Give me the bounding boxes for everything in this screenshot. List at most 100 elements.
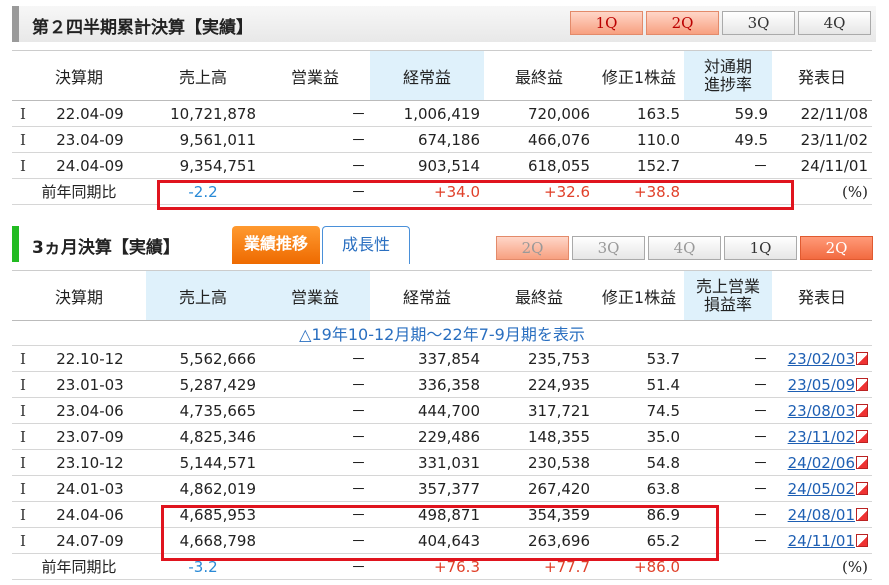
- date-link[interactable]: 23/02/03: [788, 350, 855, 368]
- row-eps: 110.0: [594, 126, 684, 153]
- cumulative-quarter-tabs: 1Q 2Q 3Q 4Q: [570, 11, 871, 35]
- date-link[interactable]: 24/05/02: [788, 480, 855, 498]
- date-link[interactable]: 24/02/06: [788, 454, 855, 472]
- table-row: I 24.01-03 4,862,019 － 357,377 267,420 6…: [12, 475, 872, 502]
- tab-2q[interactable]: 2Q: [646, 11, 719, 35]
- row-eps: 54.8: [594, 449, 684, 476]
- show-older-periods-link[interactable]: △19年10-12月期～22年7-9月期を表示: [12, 320, 872, 346]
- row-date-cell: 24/05/02: [772, 475, 872, 502]
- row-sales: 4,735,665: [146, 397, 260, 424]
- growth-button[interactable]: 成長性: [322, 226, 410, 264]
- row-period: 24.01-03: [34, 475, 146, 502]
- table-row: I 22.04-09 10,721,878 － 1,006,419 720,00…: [12, 100, 872, 127]
- yoy-eps: +86.0: [594, 553, 684, 580]
- date-link[interactable]: 24/08/01: [788, 506, 855, 524]
- pdf-icon[interactable]: [856, 507, 868, 521]
- tab-3q[interactable]: 3Q: [722, 11, 795, 35]
- table-row: I 24.07-09 4,668,798 － 404,643 263,696 6…: [12, 527, 872, 554]
- row-date-cell: 24/08/01: [772, 501, 872, 528]
- row-mark: I: [12, 100, 34, 127]
- row-op: －: [260, 100, 370, 127]
- row-net: 720,006: [484, 100, 594, 127]
- date-link[interactable]: 23/11/02: [788, 428, 855, 446]
- tab-1q[interactable]: 1Q: [724, 236, 797, 260]
- col-date: 発表日: [772, 50, 872, 101]
- pdf-icon[interactable]: [856, 377, 868, 391]
- row-sales: 5,562,666: [146, 345, 260, 372]
- table-row: I 23.10-12 5,144,571 － 331,031 230,538 5…: [12, 449, 872, 476]
- performance-trend-button[interactable]: 業績推移: [232, 226, 320, 264]
- pdf-icon[interactable]: [856, 351, 868, 365]
- tab-prev-4q[interactable]: 4Q: [648, 236, 721, 260]
- row-date-cell: 23/08/03: [772, 397, 872, 424]
- pdf-icon[interactable]: [856, 481, 868, 495]
- col-eps: 修正1株益: [594, 50, 684, 101]
- cumulative-table: 決算期 売上高 営業益 経常益 最終益 修正1株益 対通期 進捗率 発表日 I …: [12, 50, 872, 205]
- row-margin: －: [684, 423, 772, 450]
- header-row: 決算期 売上高 営業益 経常益 最終益 修正1株益 対通期 進捗率 発表日: [12, 50, 872, 101]
- row-op: －: [260, 371, 370, 398]
- row-margin: －: [684, 475, 772, 502]
- table-row: I 24.04-09 9,354,751 － 903,514 618,055 1…: [12, 152, 872, 179]
- table-row: I 23.01-03 5,287,429 － 336,358 224,935 5…: [12, 371, 872, 398]
- row-margin: －: [684, 501, 772, 528]
- row-period: 23.04-06: [34, 397, 146, 424]
- row-margin: －: [684, 371, 772, 398]
- yoy-row: 前年同期比 -2.2 － +34.0 +32.6 +38.8 (%): [12, 178, 872, 205]
- quarterly-quarter-tabs: 2Q 3Q 4Q 1Q 2Q: [496, 236, 873, 260]
- row-net: 618,055: [484, 152, 594, 179]
- row-net: 317,721: [484, 397, 594, 424]
- row-net: 267,420: [484, 475, 594, 502]
- tab-prev-3q[interactable]: 3Q: [572, 236, 645, 260]
- tab-2q[interactable]: 2Q: [800, 236, 873, 260]
- row-eps: 53.7: [594, 345, 684, 372]
- date-link[interactable]: 23/05/09: [788, 376, 855, 394]
- tab-4q[interactable]: 4Q: [798, 11, 871, 35]
- row-period: 24.04-06: [34, 501, 146, 528]
- pdf-icon[interactable]: [856, 455, 868, 469]
- pdf-icon[interactable]: [856, 403, 868, 417]
- row-margin: －: [684, 397, 772, 424]
- row-ordinary: 404,643: [370, 527, 484, 554]
- quarterly-table: 決算期 売上高 営業益 経常益 最終益 修正1株益 売上営業 損益率 発表日 △…: [12, 270, 872, 580]
- col-margin-label: 売上営業 損益率: [695, 276, 760, 314]
- row-date-cell: 24/02/06: [772, 449, 872, 476]
- quarterly-title: 3ヵ月決算【実績】: [32, 238, 180, 258]
- yoy-sales: -2.2: [146, 178, 260, 205]
- tab-1q[interactable]: 1Q: [570, 11, 643, 35]
- row-period: 22.10-12: [34, 345, 146, 372]
- date-link[interactable]: 23/08/03: [788, 402, 855, 420]
- row-op: －: [260, 501, 370, 528]
- row-eps: 63.8: [594, 475, 684, 502]
- tab-prev-2q[interactable]: 2Q: [496, 236, 569, 260]
- row-eps: 35.0: [594, 423, 684, 450]
- row-net: 224,935: [484, 371, 594, 398]
- row-ordinary: 337,854: [370, 345, 484, 372]
- table-row: I 24.04-06 4,685,953 － 498,871 354,359 8…: [12, 501, 872, 528]
- col-period: 決算期: [12, 270, 146, 321]
- row-mark: I: [12, 152, 34, 179]
- col-progress-label: 対通期 進捗率: [703, 56, 752, 94]
- yoy-empty: [684, 553, 772, 580]
- row-period: 24.07-09: [34, 527, 146, 554]
- date-link[interactable]: 24/11/01: [788, 532, 855, 550]
- row-sales: 4,685,953: [146, 501, 260, 528]
- row-margin: －: [684, 527, 772, 554]
- yoy-op: －: [260, 553, 370, 580]
- table-row: I 23.04-09 9,561,011 － 674,186 466,076 1…: [12, 126, 872, 153]
- yoy-ordinary: +76.3: [370, 553, 484, 580]
- row-net: 354,359: [484, 501, 594, 528]
- yoy-label: 前年同期比: [12, 178, 146, 205]
- col-operating: 営業益: [260, 270, 370, 321]
- row-eps: 152.7: [594, 152, 684, 179]
- yoy-ordinary: +34.0: [370, 178, 484, 205]
- expander-row: △19年10-12月期～22年7-9月期を表示: [12, 320, 872, 346]
- row-date: 23/11/02: [772, 126, 872, 153]
- row-eps: 51.4: [594, 371, 684, 398]
- pdf-icon[interactable]: [856, 533, 868, 547]
- col-eps: 修正1株益: [594, 270, 684, 321]
- pdf-icon[interactable]: [856, 429, 868, 443]
- row-ordinary: 1,006,419: [370, 100, 484, 127]
- yoy-sales: -3.2: [146, 553, 260, 580]
- row-mark: I: [12, 475, 34, 502]
